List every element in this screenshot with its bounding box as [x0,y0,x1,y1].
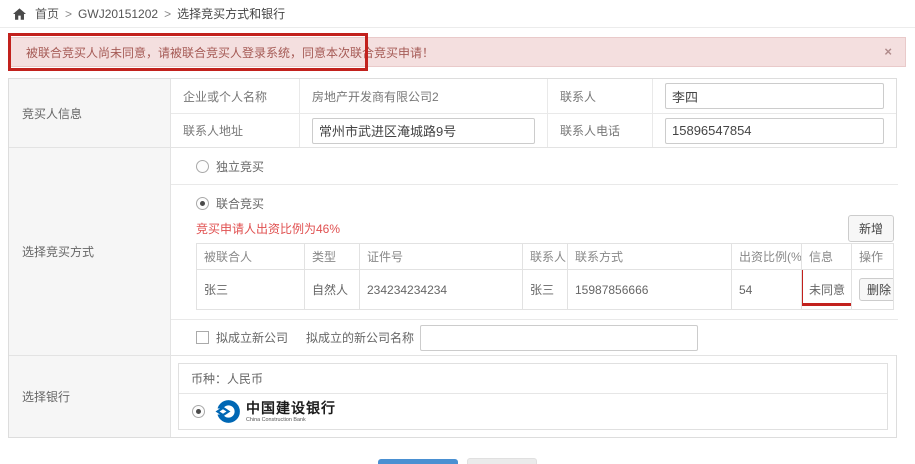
bank-panel: 币种：人民币 中国建设银行 China Construction Bank [178,363,888,430]
pay-deposit-button[interactable]: 缴纳保证金 [378,459,458,464]
col-header-partner: 被联合人 [197,244,305,270]
delete-partner-button[interactable]: 删除 [859,278,894,301]
col-header-action: 操作 [852,244,894,270]
col-header-contact-method: 联系方式 [568,244,732,270]
new-company-name-label: 拟成立的新公司名称 [306,329,414,346]
breadcrumb-separator: > [164,7,171,21]
table-row: 张三 自然人 234234234234 张三 15987856666 54 未同… [197,270,894,310]
joint-partner-table: 被联合人 类型 证件号 联系人 联系方式 出资比例(%) 信息 操作 张三 [196,243,894,310]
bid-method-row: 选择竞买方式 独立竞买 联合竞买 竞买申请人出资比例为46% 新增 [9,148,896,356]
breadcrumb-current-page: 选择竞买方式和银行 [177,5,285,22]
partner-contact-cell: 张三 [523,270,568,310]
home-icon[interactable] [13,8,26,20]
partner-action-cell: 删除 [852,270,894,310]
contact-label: 联系人 [548,79,653,113]
col-header-contact: 联系人 [523,244,568,270]
section-label-bid-method: 选择竞买方式 [9,148,171,355]
partner-type-cell: 自然人 [305,270,360,310]
phone-label: 联系人电话 [548,114,653,147]
bank-name-cn: 中国建设银行 [246,401,336,415]
breadcrumb: 首页 > GWJ20151202 > 选择竞买方式和银行 [0,0,915,28]
new-company-name-input[interactable] [420,325,698,351]
ccb-bank-logo-icon [215,399,240,424]
contact-input[interactable] [665,83,884,109]
section-label-bidder-info: 竞买人信息 [9,79,171,147]
joint-bid-radio[interactable] [196,197,209,210]
currency-label: 币种：人民币 [179,364,887,394]
phone-input[interactable] [665,118,884,144]
section-label-bank: 选择银行 [9,356,171,437]
col-header-type: 类型 [305,244,360,270]
bidder-info-row: 竞买人信息 企业或个人名称 房地产开发商有限公司2 联系人 联系人地址 联系人电… [9,79,896,148]
new-company-checkbox[interactable] [196,331,209,344]
close-icon[interactable]: × [884,45,892,58]
address-label: 联系人地址 [171,114,300,147]
independent-bid-label: 独立竞买 [216,158,264,175]
bank-name-block: 中国建设银行 China Construction Bank [246,401,336,423]
status-badge: 未同意 [809,283,845,297]
col-header-ratio: 出资比例(%) [732,244,802,270]
col-header-status: 信息 [802,244,852,270]
back-to-parcel-button[interactable]: 返回地块 [467,458,537,464]
company-name-value: 房地产开发商有限公司2 [312,88,439,105]
add-partner-button[interactable]: 新增 [848,215,894,242]
bank-name-en: China Construction Bank [246,417,327,422]
breadcrumb-home[interactable]: 首页 [35,5,59,22]
bank-row: 选择银行 币种：人民币 中国建设银行 [9,356,896,437]
new-company-checkbox-label: 拟成立新公司 [216,329,288,346]
bid-form: 竞买人信息 企业或个人名称 房地产开发商有限公司2 联系人 联系人地址 联系人电… [8,78,897,438]
partner-phone-cell: 15987856666 [568,270,732,310]
alert-message: 被联合竞买人尚未同意，请被联合竞买人登录系统，同意本次联合竞买申请！ [26,44,434,61]
breadcrumb-separator: > [65,7,72,21]
partner-ratio-cell: 54 [732,270,802,310]
partner-name-cell: 张三 [197,270,305,310]
footer-actions: 缴纳保证金 返回地块 [0,458,915,464]
partner-id-cell: 234234234234 [360,270,523,310]
col-header-id-number: 证件号 [360,244,523,270]
bank-ccb-radio[interactable] [192,405,205,418]
joint-bid-label: 联合竞买 [216,195,264,212]
company-name-label: 企业或个人名称 [171,79,300,113]
independent-bid-radio[interactable] [196,160,209,173]
applicant-ratio-note: 竞买申请人出资比例为46% [196,220,340,237]
address-input[interactable] [312,118,535,144]
breadcrumb-parcel[interactable]: GWJ20151202 [78,7,158,21]
alert-banner: 被联合竞买人尚未同意，请被联合竞买人登录系统，同意本次联合竞买申请！ × [8,37,906,67]
partner-status-cell: 未同意 [802,270,852,310]
